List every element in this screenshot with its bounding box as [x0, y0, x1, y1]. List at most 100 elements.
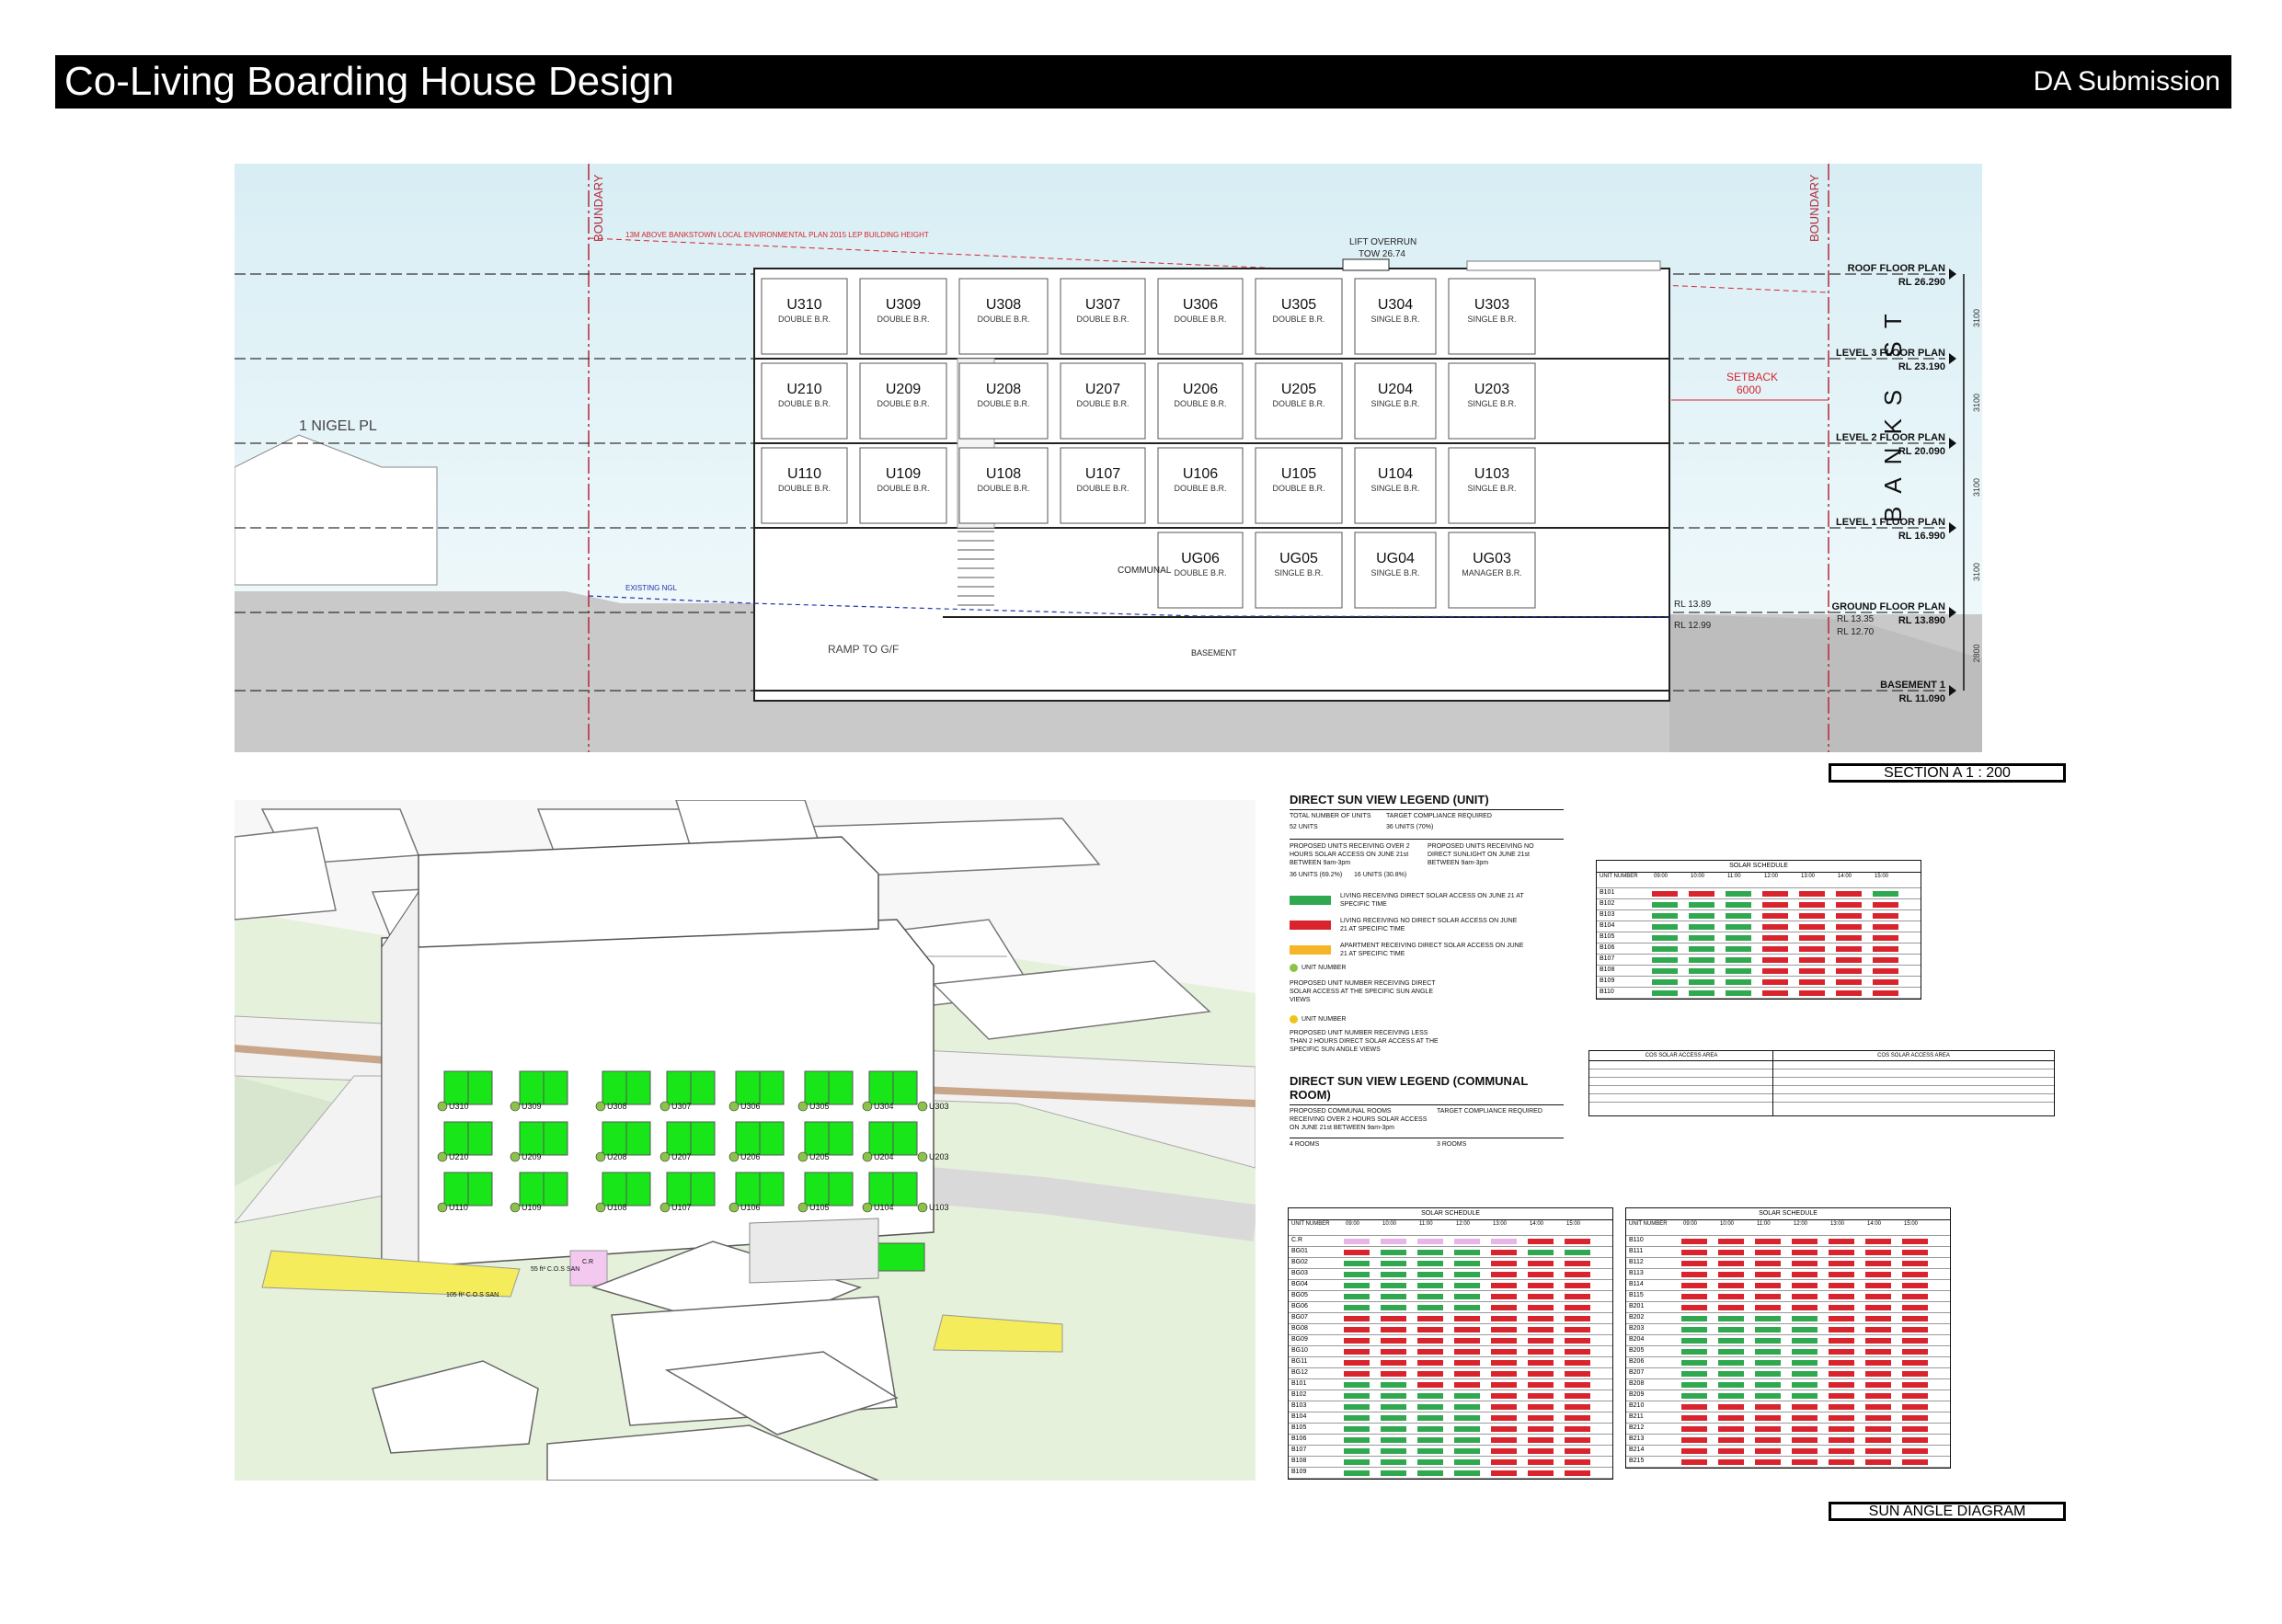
- schedule-cell: [1865, 1459, 1891, 1465]
- tag-U106: U106: [728, 1202, 761, 1213]
- tag-U108: U108: [595, 1202, 627, 1213]
- schedule-cell: [1755, 1393, 1781, 1399]
- schedule-cell: [1381, 1272, 1406, 1277]
- schedule-cell: [1689, 935, 1714, 941]
- schedule-row: B211: [1626, 1412, 1950, 1424]
- schedule-unit: B110: [1629, 1237, 1644, 1243]
- schedule-cell: [1902, 1338, 1928, 1344]
- schedule-cell: [1681, 1239, 1707, 1244]
- schedule-row: C.R: [1289, 1236, 1612, 1247]
- schedule-cell: [1792, 1239, 1818, 1244]
- legend-unit-title: DIRECT SUN VIEW LEGEND (UNIT): [1290, 793, 1489, 806]
- schedule-cell: [1417, 1239, 1443, 1244]
- cos-table-1-caption: COS SOLAR ACCESS AREA: [1589, 1051, 1773, 1061]
- schedule-unit: BG02: [1291, 1259, 1308, 1265]
- unit-box-U209: U209 DOUBLE B.R.: [859, 362, 947, 440]
- legend-yellow-text: APARTMENT RECEIVING DIRECT SOLAR ACCESS …: [1340, 943, 1524, 957]
- schedule-cell: [1381, 1239, 1406, 1244]
- schedule-cell: [1417, 1250, 1443, 1255]
- schedule-cell: [1865, 1371, 1891, 1377]
- schedule-unit: BG01: [1291, 1248, 1308, 1254]
- level-rl-3: RL 16.990: [1898, 531, 1945, 542]
- schedule-cell: [1865, 1382, 1891, 1388]
- schedule-cell: [1565, 1371, 1590, 1377]
- svg-text:DOUBLE B.R.: DOUBLE B.R.: [1272, 399, 1324, 408]
- schedule-cell: [1726, 990, 1751, 996]
- schedule-cell: [1873, 902, 1898, 908]
- schedule-unit: B104: [1600, 922, 1615, 929]
- schedule-cell: [1792, 1349, 1818, 1355]
- schedule-cell: [1829, 1250, 1854, 1255]
- schedule-cell: [1689, 990, 1714, 996]
- svg-text:DOUBLE B.R.: DOUBLE B.R.: [1174, 484, 1226, 493]
- schedule-cell: [1491, 1305, 1517, 1310]
- legend-communal: DIRECT SUN VIEW LEGEND (COMMUNAL ROOM) P…: [1290, 1074, 1565, 1149]
- svg-text:U304: U304: [874, 1102, 894, 1111]
- level-name-1: LEVEL 3 FLOOR PLAN: [1836, 348, 1945, 359]
- schedule-cell: [1417, 1261, 1443, 1266]
- svg-text:SINGLE B.R.: SINGLE B.R.: [1467, 315, 1516, 324]
- schedule-cell: [1417, 1360, 1443, 1366]
- schedule-cell: [1454, 1437, 1480, 1443]
- height-limit-note: 13M ABOVE BANKSTOWN LOCAL ENVIRONMENTAL …: [625, 231, 929, 239]
- schedule-cell: [1528, 1459, 1554, 1465]
- schedule-cell: [1865, 1437, 1891, 1443]
- schedule-row: B103: [1289, 1401, 1612, 1412]
- sun-angle-caption: SUN ANGLE DIAGRAM: [1829, 1502, 2066, 1521]
- schedule-cell: [1902, 1261, 1928, 1266]
- svg-text:U206: U206: [740, 1152, 761, 1161]
- schedule-cell: [1565, 1250, 1590, 1255]
- svg-text:U105: U105: [809, 1203, 830, 1212]
- schedule-cell: [1829, 1448, 1854, 1454]
- schedule-cell: [1381, 1382, 1406, 1388]
- schedule-cell: [1381, 1261, 1406, 1266]
- schedule-cell: [1681, 1327, 1707, 1332]
- svg-text:U307: U307: [1085, 297, 1120, 313]
- schedule-cell: [1865, 1349, 1891, 1355]
- unit-box-U308: U308 DOUBLE B.R.: [958, 278, 1049, 355]
- schedule-cell: [1762, 913, 1788, 919]
- svg-text:U303: U303: [929, 1102, 949, 1111]
- schedule-cell: [1344, 1272, 1370, 1277]
- legend-total-label: TOTAL NUMBER OF UNITS: [1290, 813, 1371, 819]
- setback-value: 6000: [1737, 383, 1761, 396]
- schedule-cell: [1565, 1349, 1590, 1355]
- schedule-row: B203: [1626, 1324, 1950, 1335]
- schedule-cell: [1344, 1470, 1370, 1476]
- schedule-unit: B114: [1629, 1281, 1644, 1287]
- schedule-cell: [1755, 1349, 1781, 1355]
- schedule-row: B109: [1289, 1468, 1612, 1479]
- schedule-cell: [1865, 1316, 1891, 1321]
- tag-U205: U205: [797, 1151, 830, 1162]
- schedule-cell: [1829, 1239, 1854, 1244]
- level-name-5: BASEMENT 1: [1880, 680, 1945, 691]
- schedule-cell: [1528, 1448, 1554, 1454]
- schedule-row: B111: [1626, 1247, 1950, 1258]
- level-rl-1: RL 23.190: [1898, 361, 1945, 372]
- schedule-cell: [1829, 1272, 1854, 1277]
- schedule-head-cell: 11:00: [1757, 1221, 1771, 1227]
- schedule-unit: B106: [1291, 1435, 1307, 1442]
- svg-text:DOUBLE B.R.: DOUBLE B.R.: [1272, 315, 1324, 324]
- schedule-cell: [1381, 1415, 1406, 1421]
- schedule-row: B106: [1289, 1435, 1612, 1446]
- schedule-cell: [1344, 1393, 1370, 1399]
- schedule-cell: [1454, 1393, 1480, 1399]
- tag-U303: U303: [917, 1101, 949, 1112]
- svg-text:U209: U209: [522, 1152, 542, 1161]
- svg-text:U104: U104: [1378, 466, 1413, 482]
- schedule-cell: [1344, 1250, 1370, 1255]
- schedule-cell: [1792, 1283, 1818, 1288]
- schedule-cell: [1417, 1393, 1443, 1399]
- legend-tick2-label: UNIT NUMBER: [1302, 1016, 1347, 1023]
- schedule-unit: B214: [1629, 1447, 1645, 1453]
- unit-box-U305: U305 DOUBLE B.R.: [1255, 278, 1343, 355]
- schedule-cell: [1792, 1437, 1818, 1443]
- unit-box-U109: U109 DOUBLE B.R.: [859, 447, 947, 524]
- schedule-row: B209: [1626, 1390, 1950, 1401]
- svg-text:U110: U110: [787, 466, 821, 482]
- schedule-unit: BG09: [1291, 1336, 1308, 1343]
- schedule-cell: [1528, 1283, 1554, 1288]
- svg-text:DOUBLE B.R.: DOUBLE B.R.: [977, 399, 1029, 408]
- schedule-row: B213: [1626, 1435, 1950, 1446]
